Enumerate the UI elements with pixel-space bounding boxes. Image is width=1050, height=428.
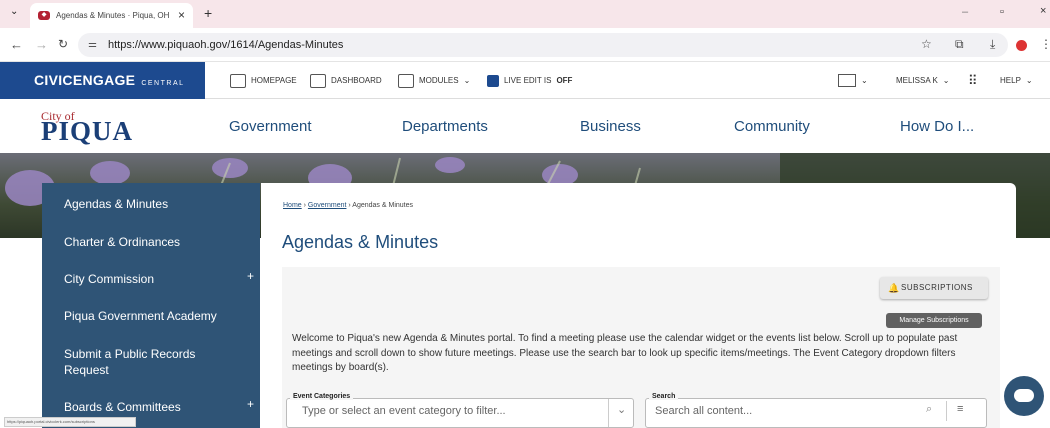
sidebar-item-government-academy[interactable]: Piqua Government Academy [64, 309, 217, 323]
breadcrumb-current: Agendas & Minutes [352, 202, 413, 209]
help-label: HELP [1000, 76, 1021, 85]
tab-title: Agendas & Minutes · Piqua, OH [56, 11, 170, 20]
home-icon [230, 73, 246, 88]
search-icon[interactable]: ⌕ [926, 403, 932, 416]
download-icon[interactable]: ⤓ [990, 37, 995, 52]
favicon-icon: ◆ [38, 11, 50, 20]
event-category-placeholder: Type or select an event category to filt… [302, 405, 506, 417]
breadcrumb: Home › Government › Agendas & Minutes [283, 202, 413, 209]
subscriptions-label: SUBSCRIPTIONS [901, 283, 973, 292]
live-edit-state: OFF [556, 76, 573, 85]
filter-icon[interactable]: ≡ [957, 403, 963, 415]
close-window-icon[interactable]: × [1040, 5, 1046, 17]
dashboard-label: DASHBOARD [331, 76, 382, 85]
restore-icon[interactable]: ▫ [1000, 6, 1004, 18]
subscriptions-button[interactable]: 🔔 SUBSCRIPTIONS [880, 277, 988, 299]
sidebar: Agendas & Minutes Charter & Ordinances C… [42, 183, 260, 428]
url-text: https://www.piquaoh.gov/1614/Agendas-Min… [108, 39, 344, 51]
live-edit-toggle[interactable]: LIVE EDIT IS OFF [487, 62, 572, 99]
tooltip: Manage Subscriptions [886, 313, 982, 328]
expand-plus-icon[interactable]: + [247, 397, 254, 411]
expand-plus-icon[interactable]: + [247, 269, 254, 283]
site-header [0, 99, 1050, 153]
back-icon[interactable]: ← [10, 37, 23, 52]
cms-brand: CIVICENGAGE [34, 72, 136, 88]
dashboard-link[interactable]: DASHBOARD [310, 62, 382, 99]
modules-menu[interactable]: MODULES ⌄ [398, 62, 470, 99]
homepage-link[interactable]: HOMEPAGE [230, 62, 297, 99]
nav-government[interactable]: Government [229, 118, 312, 135]
chevron-down-icon: ⌄ [463, 76, 471, 85]
page-title: Agendas & Minutes [282, 232, 439, 252]
extensions-icon[interactable]: ⧉ [955, 37, 964, 52]
bell-icon: 🔔 [888, 283, 900, 293]
site-info-icon[interactable]: ⚌ [88, 33, 97, 57]
dashboard-icon [310, 73, 326, 88]
apps-grid-icon[interactable]: ⠿ [968, 62, 978, 99]
status-bar-url: https://piquaoh.portal.civicclerk.com/su… [4, 417, 136, 427]
forward-icon[interactable]: → [35, 37, 48, 52]
nav-community[interactable]: Community [734, 118, 810, 135]
new-tab-icon[interactable]: + [204, 5, 212, 21]
menu-icon[interactable]: ⋮ [1040, 37, 1050, 51]
divider [608, 399, 609, 427]
chat-button[interactable] [1004, 376, 1044, 416]
profile-avatar[interactable] [1016, 40, 1027, 51]
sidebar-item-public-records-line2[interactable]: Request [64, 363, 109, 377]
help-menu[interactable]: HELP ⌄ [1000, 62, 1033, 99]
nav-business[interactable]: Business [580, 118, 641, 135]
chevron-down-icon: ⌄ [861, 76, 868, 85]
nav-how-do-i[interactable]: How Do I... [900, 118, 974, 135]
chevron-down-icon: ⌄ [942, 76, 950, 85]
search-label: Search [649, 393, 679, 400]
minimize-icon[interactable]: – [962, 6, 968, 18]
close-tab-icon[interactable]: × [178, 8, 185, 22]
chevron-down-icon: ⌄ [1025, 76, 1033, 85]
mail-icon [838, 74, 856, 87]
site-logo[interactable]: PIQUA [41, 116, 133, 147]
chat-bubble-icon [1014, 389, 1034, 402]
sidebar-item-boards-committees[interactable]: Boards & Committees [64, 400, 181, 414]
breadcrumb-home[interactable]: Home [283, 202, 302, 209]
chevron-down-icon[interactable]: ⌄ [617, 403, 626, 416]
search-placeholder: Search all content... [655, 405, 753, 417]
browser-toolbar: ← → ↻ ⚌ https://www.piquaoh.gov/1614/Age… [0, 28, 1050, 62]
breadcrumb-government[interactable]: Government [308, 202, 347, 209]
event-categories-label: Event Categories [290, 393, 354, 400]
sidebar-item-charter-ordinances[interactable]: Charter & Ordinances [64, 235, 180, 249]
sidebar-item-agendas-minutes[interactable]: Agendas & Minutes [64, 197, 168, 211]
homepage-label: HOMEPAGE [251, 76, 297, 85]
tab-list-icon[interactable]: ⌄ [10, 6, 18, 17]
user-name: MELISSA K [896, 76, 938, 85]
civicengage-logo[interactable]: CIVICENGAGE CENTRAL [0, 62, 205, 99]
cms-brand-sub: CENTRAL [141, 80, 185, 87]
sidebar-item-city-commission[interactable]: City Commission [64, 272, 154, 286]
browser-tab-strip: ⌄ ◆ Agendas & Minutes · Piqua, OH × + – … [0, 0, 1050, 28]
divider [946, 401, 947, 421]
user-menu[interactable]: MELISSA K ⌄ [896, 62, 950, 99]
live-edit-label: LIVE EDIT IS [504, 76, 552, 85]
modules-label: MODULES [419, 76, 459, 85]
live-edit-icon [487, 74, 499, 87]
reload-icon[interactable]: ↻ [58, 37, 68, 51]
nav-departments[interactable]: Departments [402, 118, 488, 135]
cms-toolbar: CIVICENGAGE CENTRAL HOMEPAGE DASHBOARD MO… [0, 62, 1050, 99]
sidebar-item-public-records[interactable]: Submit a Public Records [64, 347, 195, 361]
intro-text: Welcome to Piqua's new Agenda & Minutes … [292, 333, 958, 373]
address-bar[interactable]: ⚌ https://www.piquaoh.gov/1614/Agendas-M… [78, 33, 1008, 57]
messages-menu[interactable]: ⌄ [838, 62, 868, 99]
browser-tab[interactable]: ◆ Agendas & Minutes · Piqua, OH × [30, 3, 193, 28]
bookmark-star-icon[interactable]: ☆ [921, 37, 932, 51]
modules-icon [398, 73, 414, 88]
